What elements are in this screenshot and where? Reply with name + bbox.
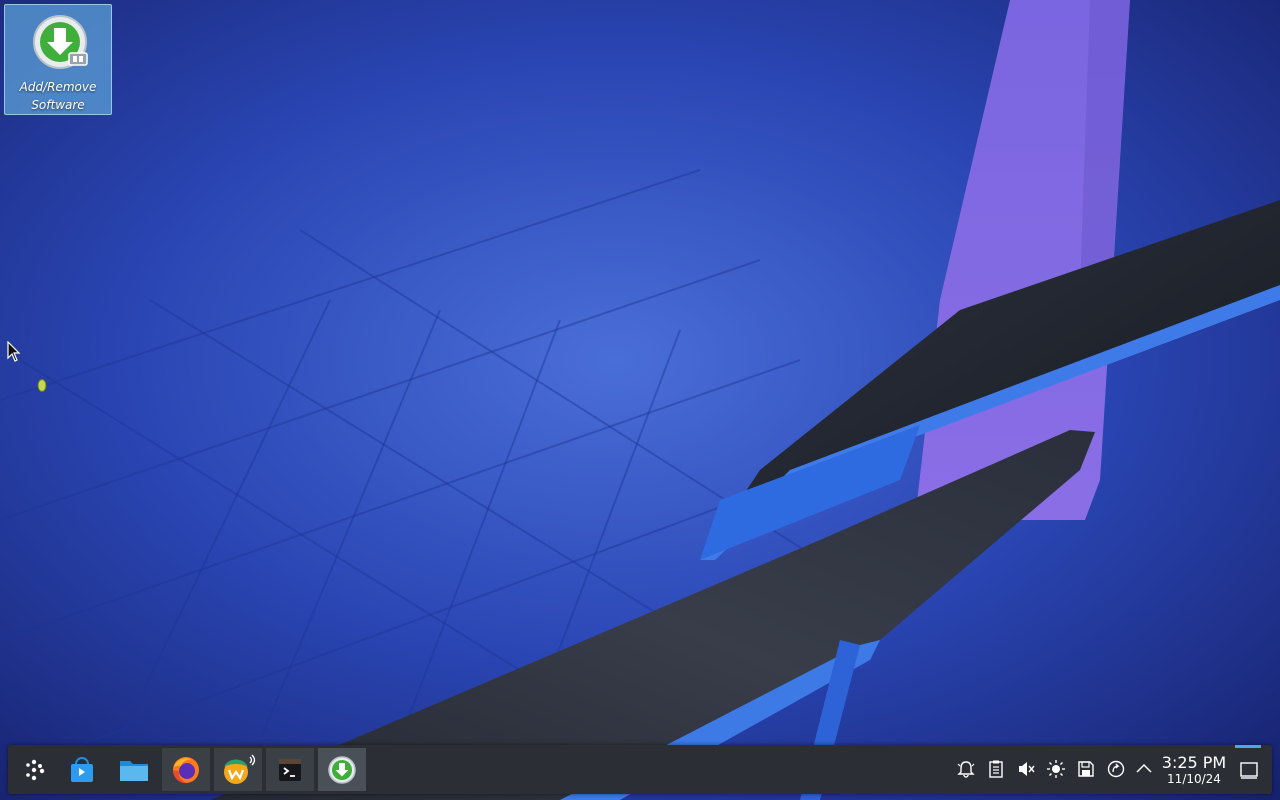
app-launcher-button[interactable] [10,748,58,791]
digital-clock[interactable]: 3:25 PM 11/10/24 [1158,753,1230,787]
taskbar-app-add-remove-software[interactable] [318,748,366,791]
tray-expand-icon[interactable] [1134,759,1154,779]
volume-muted-icon[interactable] [1016,759,1036,779]
clock-time: 3:25 PM [1161,753,1227,772]
folder-icon [120,760,148,781]
terminal-icon [279,758,301,781]
save-icon[interactable] [1076,759,1096,779]
show-desktop-icon [1240,762,1258,779]
desktop-icon-add-remove-software[interactable]: Add/Remove Software [4,4,112,115]
notifications-icon[interactable] [956,759,976,779]
cursor-artifact [37,379,47,392]
show-desktop-button[interactable] [1234,745,1272,794]
clipboard-icon[interactable] [986,759,1006,779]
media-app-icon [224,754,256,784]
discover-store-icon [71,756,93,782]
taskbar-app-terminal[interactable] [266,748,314,791]
taskbar-app-firefox[interactable] [162,748,210,791]
taskbar-app-media-player[interactable] [214,748,262,791]
software-install-icon [328,755,356,784]
firefox-icon [173,756,199,783]
taskbar-app-discover[interactable] [58,748,106,791]
update-icon[interactable] [1106,759,1126,779]
clock-date: 11/10/24 [1167,772,1221,786]
app-launcher-icon [26,759,45,780]
desktop-icon-label: Add/Remove Software [19,80,97,112]
taskbar-panel: 3:25 PM 11/10/24 [8,745,1272,794]
mouse-cursor [7,341,21,362]
brightness-icon[interactable] [1046,759,1066,779]
desktop-wallpaper [0,0,1280,800]
software-install-icon [33,15,88,69]
taskbar-app-files[interactable] [110,748,158,791]
show-desktop-indicator [1235,745,1261,748]
